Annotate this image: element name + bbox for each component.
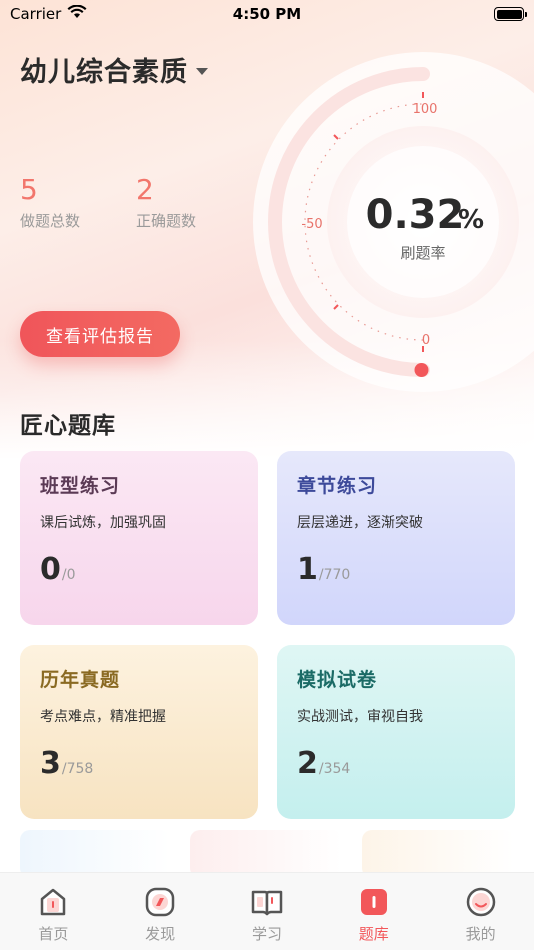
stat-total-done-value: 5 [20, 173, 38, 206]
stat-correct-label: 正确题数 [136, 212, 197, 230]
tab-home[interactable]: 首页 [13, 885, 93, 944]
stat-total-done-label: 做题总数 [20, 212, 81, 230]
status-left: Carrier [10, 4, 87, 23]
card-count-total: /758 [61, 761, 94, 777]
gauge-label-max: 100 [413, 102, 438, 117]
peek-card-frequent-1[interactable]: 高频题练习 [190, 830, 342, 878]
card-count-done: 1 [297, 552, 318, 587]
tab-label: 学习 [251, 925, 282, 943]
card-count-total: /770 [318, 567, 351, 583]
stat-correct-value: 2 [136, 173, 154, 206]
gauge-label: 刷题率 [400, 244, 445, 262]
profile-face-icon [464, 885, 498, 919]
stat-correct: 2 正确题数 [136, 174, 196, 231]
study-book-icon [250, 885, 284, 919]
card-title: 模拟试卷 [297, 669, 378, 691]
tab-profile[interactable]: 我的 [441, 885, 521, 944]
card-count: 2 /354 [297, 746, 350, 781]
question-bank-icon [357, 885, 391, 919]
tab-study[interactable]: 学习 [227, 885, 307, 944]
card-count: 1 /770 [297, 552, 350, 587]
gauge-label-min: 0 [422, 333, 430, 348]
card-title: 章节练习 [297, 475, 378, 497]
card-count-done: 2 [297, 746, 318, 781]
peek-card-smart-practice[interactable]: 智能练习 [20, 830, 170, 878]
home-icon [36, 885, 70, 919]
tab-discover[interactable]: 发现 [120, 885, 200, 944]
card-desc: 实战测试，审视自我 [297, 709, 423, 725]
battery-icon [494, 7, 527, 21]
stat-total-done: 5 做题总数 [20, 174, 80, 231]
section-title: 匠心题库 [20, 413, 116, 439]
gauge-label-mid: -50 [301, 217, 322, 232]
card-class-practice[interactable]: 班型练习 课后试炼，加强巩固 0 /0 [20, 451, 258, 625]
status-bar: Carrier 4:50 PM [0, 0, 534, 28]
card-count: 0 /0 [40, 552, 76, 587]
gauge-value: 0.32 [366, 192, 465, 238]
card-mock-exams[interactable]: 模拟试卷 实战测试，审视自我 2 /354 [277, 645, 515, 819]
card-desc: 考点难点，精准把握 [40, 709, 166, 725]
card-desc: 层层递进，逐渐突破 [297, 515, 423, 531]
bottom-tab-bar: 首页 发现 学习 题库 我的 [0, 872, 534, 950]
tab-label: 首页 [38, 925, 69, 943]
card-count-total: /0 [61, 567, 76, 583]
peek-card-frequent-2[interactable]: 高频题练习 [362, 830, 514, 878]
card-count-done: 3 [40, 746, 61, 781]
subject-selector[interactable]: 幼儿综合素质 [20, 50, 208, 89]
tab-question-bank[interactable]: 题库 [334, 885, 414, 944]
card-desc: 课后试炼，加强巩固 [40, 515, 166, 531]
tab-label: 题库 [358, 925, 389, 943]
gauge-progress-dot [414, 363, 429, 377]
subject-title: 幼儿综合素质 [20, 57, 188, 88]
card-past-exams[interactable]: 历年真题 考点难点，精准把握 3 /758 [20, 645, 258, 819]
card-count-done: 0 [40, 552, 61, 587]
next-card-row: 智能练习 高频题练习 高频题练习 [0, 830, 534, 878]
brush-rate-gauge: 100 -50 0 0.32 % 刷题率 [252, 50, 534, 396]
wifi-icon [67, 4, 87, 23]
carrier-label: Carrier [10, 5, 62, 23]
card-title: 班型练习 [40, 475, 121, 497]
card-count: 3 /758 [40, 746, 93, 781]
discover-icon [143, 885, 177, 919]
tab-label: 我的 [465, 925, 496, 943]
view-report-button[interactable]: 查看评估报告 [20, 311, 180, 357]
tab-label: 发现 [145, 925, 176, 943]
gauge-unit: % [458, 205, 484, 235]
card-count-total: /354 [318, 761, 351, 777]
chevron-down-icon [196, 68, 208, 75]
status-time: 4:50 PM [232, 5, 302, 23]
card-chapter-practice[interactable]: 章节练习 层层递进，逐渐突破 1 /770 [277, 451, 515, 625]
card-title: 历年真题 [40, 669, 121, 691]
